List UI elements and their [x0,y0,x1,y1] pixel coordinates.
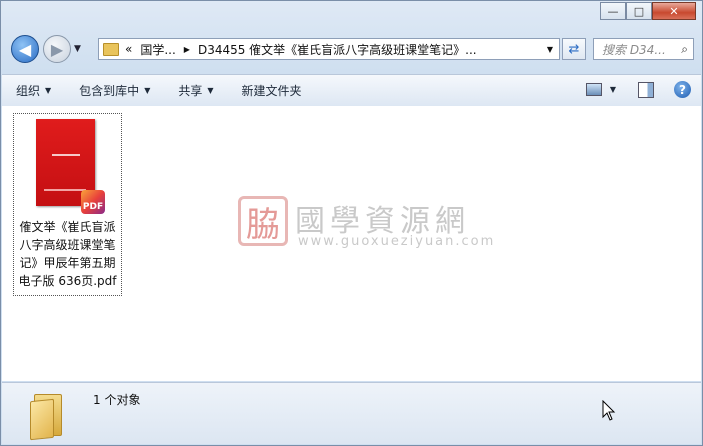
file-name[interactable]: 傕文举《崔氏盲派八字高级班课堂笔记》甲辰年第五期电子版 636页.pdf [14,218,121,290]
explorer-window: — □ ✕ ◀ ▶ ▼ « 国学... ▶ D34455 傕文举《崔氏盲派八字高… [0,0,703,446]
folder-icon [30,392,68,441]
breadcrumb-arrow-icon[interactable]: ▶ [184,45,190,54]
breadcrumb-segment[interactable]: D34455 傕文举《崔氏盲派八字高级班课堂笔记》... [198,41,477,58]
maximize-button[interactable]: □ [626,2,652,20]
minimize-button[interactable]: — [600,2,626,20]
address-overflow[interactable]: « [125,42,132,56]
address-bar[interactable]: « 国学... ▶ D34455 傕文举《崔氏盲派八字高级班课堂笔记》... ▼ [98,38,560,60]
include-in-library-button[interactable]: 包含到库中 ▼ [65,82,164,99]
chevron-down-icon[interactable]: ▼ [610,85,616,94]
include-in-library-label: 包含到库中 [79,84,140,98]
recent-pages-dropdown[interactable]: ▼ [74,44,81,54]
help-icon[interactable]: ? [674,81,691,98]
preview-pane-icon[interactable] [638,81,654,98]
search-icon[interactable]: ⌕ [681,42,688,57]
share-button[interactable]: 共享 ▼ [164,82,227,99]
change-view-icon[interactable] [585,83,602,96]
back-arrow-icon[interactable]: ◀ [11,35,39,63]
chevron-down-icon: ▼ [45,86,52,95]
watermark-url: www.guoxueziyuan.com [298,234,496,249]
file-item[interactable]: PDF 傕文举《崔氏盲派八字高级班课堂笔记》甲辰年第五期电子版 636页.pdf [13,113,122,296]
search-input[interactable]: 搜索 D34... ⌕ [593,38,694,60]
chevron-down-icon: ▼ [207,86,214,95]
file-list-pane[interactable]: PDF 傕文举《崔氏盲派八字高级班课堂笔记》甲辰年第五期电子版 636页.pdf… [2,106,701,381]
navigation-buttons: ◀ ▶ ▼ [11,35,81,63]
close-button[interactable]: ✕ [652,2,696,20]
details-pane: 1 个对象 [2,382,701,444]
item-count: 1 个对象 [93,393,141,407]
command-bar: 组织 ▼ 包含到库中 ▼ 共享 ▼ 新建文件夹 ▼ ? [2,74,701,107]
share-label: 共享 [178,84,203,98]
organize-label: 组织 [16,84,41,98]
address-dropdown-icon[interactable]: ▼ [547,45,553,54]
chevron-down-icon: ▼ [144,86,151,95]
forward-arrow-icon[interactable]: ▶ [43,35,71,63]
pdf-icon: PDF [81,190,105,214]
watermark-seal: 脇 [238,196,288,246]
window-controls: — □ ✕ [600,2,696,20]
refresh-icon[interactable]: ⇄ [562,38,586,60]
organize-button[interactable]: 组织 ▼ [2,82,65,99]
folder-icon [103,42,119,56]
title-bar: — □ ✕ [1,1,702,29]
thumbnail-subtitle-line [44,189,86,191]
new-folder-button[interactable]: 新建文件夹 [228,82,316,99]
folder-front-panel [30,398,54,441]
breadcrumb-segment[interactable]: 国学... [140,41,175,58]
view-controls: ▼ ? [585,81,691,98]
thumbnail-title-line [52,154,80,156]
new-folder-label: 新建文件夹 [241,84,302,98]
search-placeholder: 搜索 D34... [602,42,666,57]
